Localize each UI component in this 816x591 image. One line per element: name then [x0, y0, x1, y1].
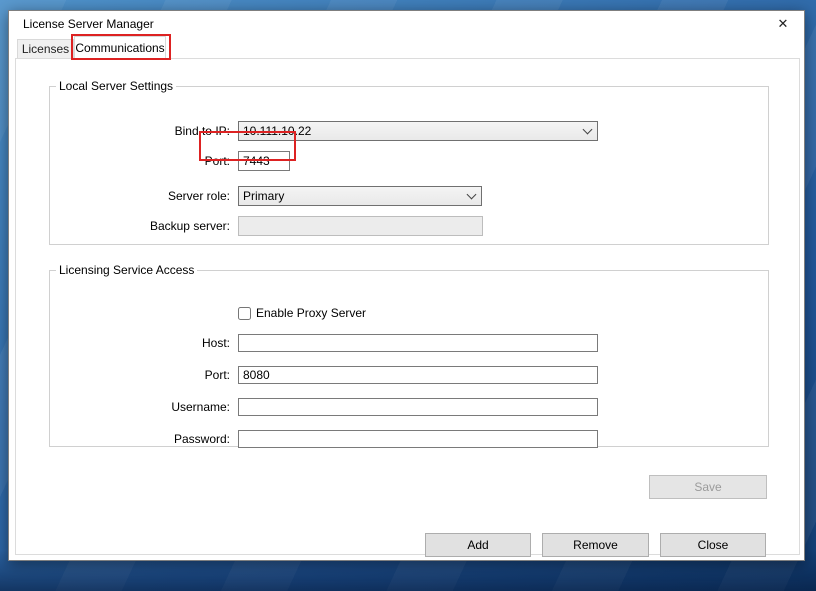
local-server-settings-group: Local Server Settings Bind to IP: 10.111… [49, 79, 769, 245]
proxy-username-input[interactable] [238, 398, 598, 416]
desktop-background: { "window": { "title": "License Server M… [0, 0, 816, 591]
proxy-username-row: Username: [50, 397, 768, 417]
proxy-host-label: Host: [50, 336, 230, 350]
title-bar[interactable]: License Server Manager ✕ [9, 11, 804, 37]
proxy-username-label: Username: [50, 400, 230, 414]
bind-to-ip-row: Bind to IP: 10.111.10.22 [50, 121, 768, 141]
close-icon[interactable]: ✕ [772, 14, 794, 34]
proxy-password-label: Password: [50, 432, 230, 446]
proxy-password-row: Password: [50, 429, 768, 449]
server-role-label: Server role: [50, 189, 230, 203]
proxy-host-input[interactable] [238, 334, 598, 352]
chevron-down-icon [467, 189, 477, 199]
proxy-port-row: Port: [50, 365, 768, 385]
port-input[interactable] [238, 151, 290, 171]
server-role-select[interactable]: Primary [238, 186, 482, 206]
license-server-manager-window: License Server Manager ✕ Licenses Commun… [8, 10, 805, 561]
licensing-service-access-legend: Licensing Service Access [56, 263, 197, 277]
proxy-port-label: Port: [50, 368, 230, 382]
server-role-value: Primary [243, 189, 462, 203]
remove-button[interactable]: Remove [542, 533, 649, 557]
bind-to-ip-value: 10.111.10.22 [243, 124, 578, 138]
enable-proxy-row: Enable Proxy Server [50, 303, 768, 323]
proxy-port-input[interactable] [238, 366, 598, 384]
tab-licenses-label: Licenses [22, 42, 69, 56]
backup-server-row: Backup server: [50, 216, 768, 236]
bind-to-ip-label: Bind to IP: [50, 124, 230, 138]
chevron-down-icon [583, 124, 593, 134]
proxy-password-input[interactable] [238, 430, 598, 448]
port-label: Port: [50, 154, 230, 168]
port-row: Port: [50, 151, 768, 171]
tab-licenses[interactable]: Licenses [17, 39, 74, 58]
backup-server-label: Backup server: [50, 219, 230, 233]
add-button[interactable]: Add [425, 533, 531, 557]
tab-communications-label: Communications [75, 41, 164, 55]
enable-proxy-checkbox[interactable] [238, 307, 251, 320]
backup-server-input [238, 216, 483, 236]
proxy-host-row: Host: [50, 333, 768, 353]
server-role-row: Server role: Primary [50, 186, 768, 206]
local-server-settings-legend: Local Server Settings [56, 79, 176, 93]
close-button[interactable]: Close [660, 533, 766, 557]
enable-proxy-label: Enable Proxy Server [256, 306, 366, 320]
tab-communications[interactable]: Communications [74, 36, 166, 59]
save-button[interactable]: Save [649, 475, 767, 499]
bind-to-ip-select[interactable]: 10.111.10.22 [238, 121, 598, 141]
licensing-service-access-group: Licensing Service Access Enable Proxy Se… [49, 263, 769, 447]
window-title: License Server Manager [23, 17, 772, 31]
